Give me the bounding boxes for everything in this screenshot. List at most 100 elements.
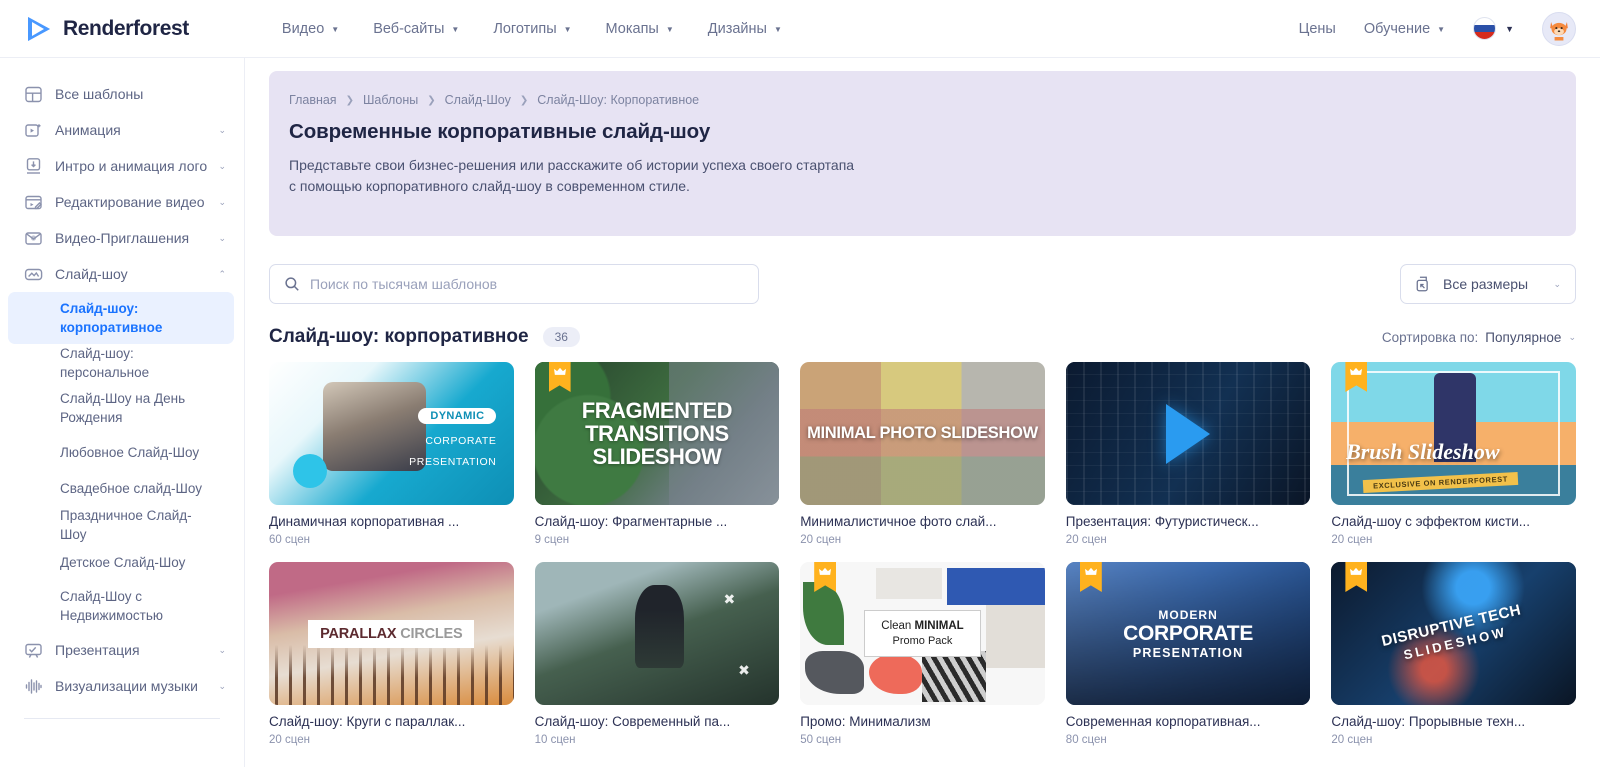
breadcrumb-separator-icon: ❯ bbox=[427, 94, 436, 106]
sidebar-item-slideshow-love[interactable]: Любовное Слайд-Шоу bbox=[8, 434, 234, 470]
breadcrumb: Главная ❯ Шаблоны ❯ Слайд-Шоу ❯ Слайд-Шо… bbox=[289, 93, 1550, 107]
template-thumbnail[interactable]: PARALLAX CIRCLES bbox=[269, 562, 514, 705]
chevron-down-icon: ⌄ bbox=[218, 680, 226, 691]
template-card[interactable]: MODERN CORPORATE PRESENTATION Современна… bbox=[1065, 562, 1311, 746]
template-thumbnail[interactable]: DISRUPTIVE TECH SLIDESHOW bbox=[1331, 562, 1576, 705]
template-card[interactable]: DYNAMIC CORPORATE PRESENTATION Динамична… bbox=[269, 362, 514, 546]
sidebar-item-slideshow[interactable]: Слайд-шоу ⌃ bbox=[0, 256, 244, 292]
sort-value: Популярное bbox=[1485, 329, 1562, 345]
chevron-down-icon: ▼ bbox=[665, 24, 674, 34]
template-thumbnail[interactable]: MINIMAL PHOTO SLIDESHOW bbox=[800, 362, 1045, 505]
template-card[interactable]: Brush Slideshow EXCLUSIVE ON RENDERFORES… bbox=[1331, 362, 1576, 546]
size-filter-label: Все размеры bbox=[1443, 276, 1529, 292]
results-title-group: Слайд-шоу: корпоративное 36 bbox=[269, 326, 580, 348]
sidebar-item-video-invitations[interactable]: Видео-Приглашения ⌄ bbox=[0, 220, 244, 256]
sidebar-item-video-editing[interactable]: Редактирование видео ⌄ bbox=[0, 184, 244, 220]
sidebar-item-slideshow-birthday[interactable]: Слайд-Шоу на День Рождения bbox=[8, 382, 234, 434]
sidebar-item-slideshow-wedding[interactable]: Свадебное слайд-Шоу bbox=[8, 470, 234, 506]
chevron-down-icon: ▼ bbox=[331, 24, 340, 34]
thumb-text: Brush Slideshow bbox=[1346, 439, 1500, 465]
template-card[interactable]: PARALLAX CIRCLES Слайд-шоу: Круги с пара… bbox=[269, 562, 514, 746]
template-thumbnail[interactable]: MODERN CORPORATE PRESENTATION bbox=[1065, 562, 1311, 705]
nav-item-designs[interactable]: Дизайны ▼ bbox=[708, 21, 782, 37]
template-thumbnail[interactable]: DYNAMIC CORPORATE PRESENTATION bbox=[269, 362, 514, 505]
template-scene-count: 10 сцен bbox=[534, 734, 576, 746]
template-scene-count: 60 сцен bbox=[269, 534, 310, 546]
play-triangle-logo-icon bbox=[24, 14, 54, 44]
breadcrumb-item-templates[interactable]: Шаблоны bbox=[363, 93, 418, 107]
template-card[interactable]: Clean MINIMAL Promo Pack Промо: Минимали… bbox=[800, 562, 1045, 746]
sidebar-item-presentation[interactable]: Презентация ⌄ bbox=[0, 632, 244, 668]
template-thumbnail[interactable]: Clean MINIMAL Promo Pack bbox=[800, 562, 1045, 705]
template-card[interactable]: ✖ ✖ Слайд-шоу: Современный па... 10 сцен bbox=[534, 562, 780, 746]
thumb-tile bbox=[986, 604, 1045, 668]
thumb-tile bbox=[868, 653, 923, 694]
language-switcher[interactable]: ▼ bbox=[1473, 17, 1514, 40]
sidebar-label: Все шаблоны bbox=[55, 86, 144, 102]
sidebar-item-slideshow-personal[interactable]: Слайд-шоу: персональное bbox=[8, 344, 234, 382]
sidebar-item-logo-intro[interactable]: Интро и анимация лого ⌄ bbox=[0, 148, 244, 184]
breadcrumb-item-home[interactable]: Главная bbox=[289, 93, 337, 107]
breadcrumb-item-slideshow[interactable]: Слайд-Шоу bbox=[445, 93, 511, 107]
brand-logo-link[interactable]: Renderforest bbox=[24, 14, 189, 44]
template-thumbnail[interactable]: Brush Slideshow EXCLUSIVE ON RENDERFORES… bbox=[1331, 362, 1576, 505]
template-card[interactable]: MINIMAL PHOTO SLIDESHOW Минималистичное … bbox=[800, 362, 1045, 546]
nav-item-video[interactable]: Видео ▼ bbox=[282, 21, 339, 37]
template-title: Слайд-шоу: Фрагментарные ... bbox=[534, 514, 728, 529]
sidebar-item-animation[interactable]: Анимация ⌄ bbox=[0, 112, 244, 148]
template-card[interactable]: Презентация: Футуристическ... 20 сцен bbox=[1065, 362, 1311, 546]
template-thumbnail[interactable]: ✖ ✖ bbox=[534, 562, 780, 705]
nav-item-websites[interactable]: Веб-сайты ▼ bbox=[373, 21, 459, 37]
template-title: Современная корпоративная... bbox=[1065, 714, 1261, 729]
music-wave-icon bbox=[24, 677, 43, 696]
animation-icon bbox=[24, 121, 43, 140]
search-box[interactable] bbox=[269, 264, 759, 304]
nav-item-mockups[interactable]: Мокапы ▼ bbox=[606, 21, 674, 37]
chevron-down-icon: ▼ bbox=[773, 24, 782, 34]
nav-item-logos[interactable]: Логотипы ▼ bbox=[493, 21, 571, 37]
crown-icon bbox=[1084, 567, 1097, 575]
sidebar-item-slideshow-kids[interactable]: Детское Слайд-Шоу bbox=[8, 544, 234, 580]
template-scene-count: 9 сцен bbox=[534, 534, 570, 546]
nav-item-learning[interactable]: Обучение ▼ bbox=[1364, 21, 1445, 37]
thumb-tile bbox=[876, 567, 943, 600]
template-card[interactable]: FRAGMENTED TRANSITIONS SLIDESHOW Слайд-ш… bbox=[534, 362, 780, 546]
sidebar-item-slideshow-corporate[interactable]: Слайд-шоу: корпоративное bbox=[8, 292, 234, 344]
size-filter-dropdown[interactable]: Все размеры ⌄ bbox=[1400, 264, 1576, 304]
thumb-text: MINIMAL bbox=[914, 620, 964, 632]
thumb-text: CORPORATE bbox=[425, 434, 497, 447]
chevron-down-icon: ▼ bbox=[1505, 23, 1514, 34]
play-triangle-icon bbox=[1166, 403, 1211, 464]
grid-icon bbox=[24, 85, 43, 104]
user-avatar[interactable] bbox=[1542, 11, 1576, 46]
sidebar-item-slideshow-holiday[interactable]: Праздничное Слайд-Шоу bbox=[8, 506, 234, 544]
template-title: Слайд-шоу: Современный па... bbox=[534, 714, 731, 729]
template-title: Слайд-шоу: Круги с параллак... bbox=[269, 714, 466, 729]
search-input[interactable] bbox=[310, 276, 744, 292]
search-icon bbox=[284, 276, 300, 292]
sidebar-item-music-visualizations[interactable]: Визуализации музыки ⌄ bbox=[0, 668, 244, 704]
sidebar-sublabel: Любовное Слайд-Шоу bbox=[60, 444, 200, 460]
sidebar-item-slideshow-realestate[interactable]: Слайд-Шоу с Недвижимостью bbox=[8, 580, 234, 632]
nav-label: Цены bbox=[1298, 20, 1336, 37]
template-title: Слайд-шоу с эффектом кисти... bbox=[1331, 514, 1531, 529]
template-title: Промо: Минимализм bbox=[800, 714, 931, 729]
sort-dropdown[interactable]: Сортировка по: Популярное ⌄ bbox=[1382, 330, 1576, 345]
sidebar-item-all-templates[interactable]: Все шаблоны bbox=[0, 76, 244, 112]
template-scene-count: 20 сцен bbox=[1331, 734, 1373, 746]
category-hero-banner: Главная ❯ Шаблоны ❯ Слайд-Шоу ❯ Слайд-Шо… bbox=[269, 71, 1576, 236]
template-card[interactable]: DISRUPTIVE TECH SLIDESHOW Слайд-шоу: Про… bbox=[1331, 562, 1576, 746]
thumb-text: TRANSITIONS bbox=[585, 421, 729, 446]
nav-label: Веб-сайты bbox=[373, 20, 445, 37]
sidebar-sublabel: Праздничное Слайд-Шоу bbox=[60, 508, 192, 542]
template-thumbnail[interactable] bbox=[1065, 362, 1311, 505]
template-scene-count: 80 сцен bbox=[1065, 734, 1107, 746]
primary-nav: Видео ▼ Веб-сайты ▼ Логотипы ▼ Мокапы ▼ … bbox=[282, 21, 782, 37]
nav-item-pricing[interactable]: Цены bbox=[1299, 21, 1336, 37]
page-subtitle-line1: Представьте свои бизнес-решения или расс… bbox=[289, 157, 855, 173]
sidebar: Все шаблоны Анимация ⌄ Интро и анимация … bbox=[0, 58, 245, 767]
nav-label: Обучение bbox=[1363, 20, 1431, 37]
template-thumbnail[interactable]: FRAGMENTED TRANSITIONS SLIDESHOW bbox=[534, 362, 780, 505]
resize-icon bbox=[1415, 275, 1433, 293]
page-title: Современные корпоративные слайд-шоу bbox=[289, 120, 711, 143]
